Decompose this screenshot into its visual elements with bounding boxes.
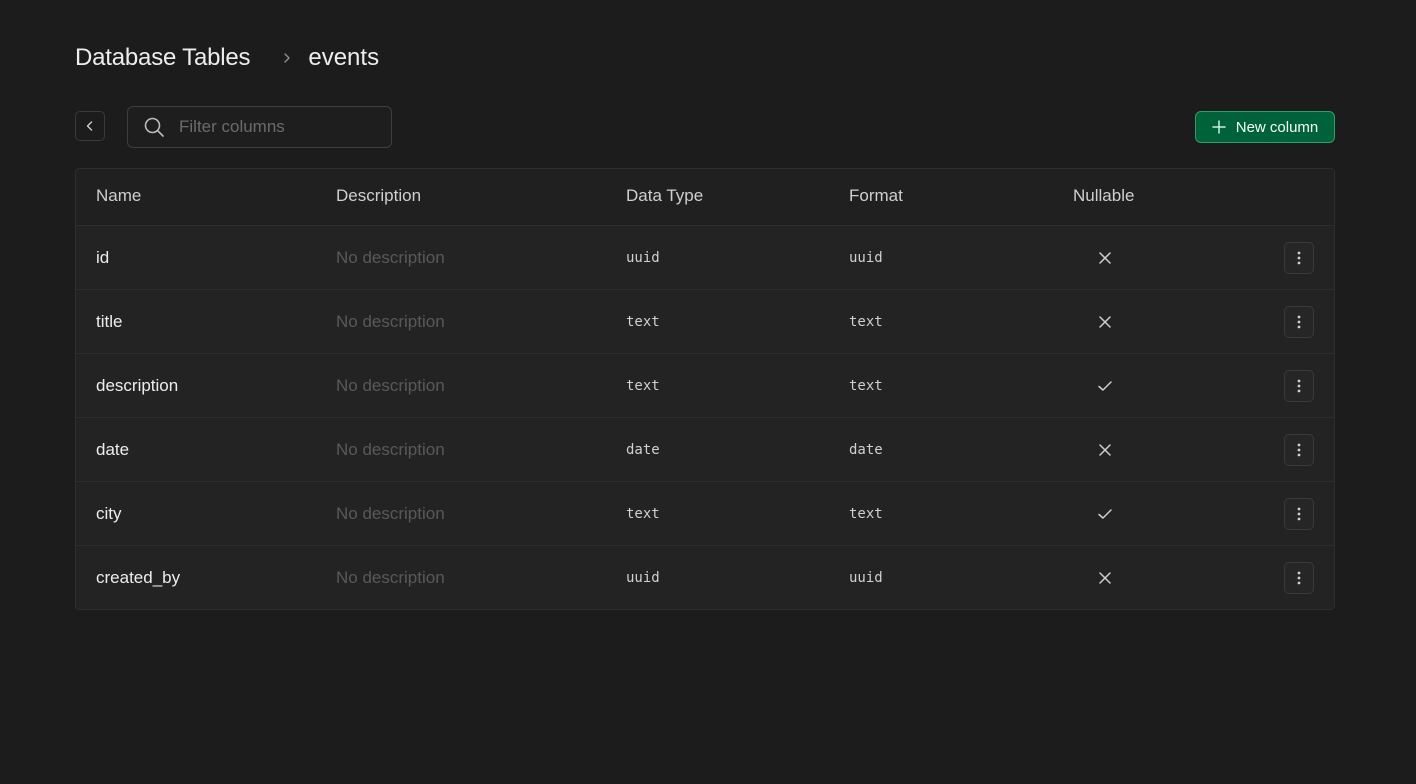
header-name: Name: [96, 186, 142, 205]
row-actions-button[interactable]: [1284, 305, 1314, 338]
back-button[interactable]: [75, 111, 105, 141]
header-format: Format: [849, 186, 903, 205]
table-header: Name Description Data Type Format Nullab…: [76, 169, 1334, 226]
column-description: No description: [336, 247, 445, 267]
column-data-type: date: [626, 441, 660, 458]
column-name: city: [96, 503, 122, 523]
chevron-right-icon: [282, 52, 292, 64]
column-name: title: [96, 311, 123, 331]
column-description: No description: [336, 503, 445, 523]
column-name: created_by: [96, 567, 181, 587]
header-description: Description: [336, 186, 422, 205]
column-format: text: [849, 505, 883, 522]
column-name: date: [96, 439, 130, 459]
more-vertical-icon: [1297, 571, 1301, 584]
breadcrumb: Database Tables events: [75, 40, 379, 76]
column-data-type: uuid: [626, 569, 660, 586]
row-actions-button[interactable]: [1284, 241, 1314, 274]
column-data-type: text: [626, 505, 660, 522]
table-row: created_by No description uuid uuid: [76, 546, 1334, 609]
header-data-type: Data Type: [626, 186, 704, 205]
column-description: No description: [336, 375, 445, 395]
more-vertical-icon: [1297, 315, 1301, 328]
column-format: uuid: [849, 249, 883, 266]
filter-columns-input[interactable]: [177, 116, 371, 138]
more-vertical-icon: [1297, 379, 1301, 392]
filter-columns-search[interactable]: [127, 106, 392, 148]
cross-icon: [1096, 313, 1114, 331]
chevron-left-icon: [86, 121, 93, 131]
breadcrumb-current: events: [308, 44, 380, 71]
row-actions-button[interactable]: [1284, 561, 1314, 594]
table-row: date No description date date: [76, 418, 1334, 482]
column-format: text: [849, 313, 883, 330]
cross-icon: [1096, 441, 1114, 459]
column-name: description: [96, 375, 179, 395]
check-icon: [1096, 505, 1114, 523]
table-body: id No description uuid uuid title No descript…: [76, 226, 1334, 609]
new-column-label: New column: [1235, 118, 1319, 136]
table-row: id No description uuid uuid: [76, 226, 1334, 290]
column-data-type: text: [626, 313, 660, 330]
column-format: date: [849, 441, 883, 458]
column-description: No description: [336, 439, 445, 459]
cross-icon: [1096, 569, 1114, 587]
cross-icon: [1096, 249, 1114, 267]
new-column-button[interactable]: New column: [1195, 111, 1335, 143]
row-actions-button[interactable]: [1284, 433, 1314, 466]
column-description: No description: [336, 311, 445, 331]
column-format: text: [849, 377, 883, 394]
more-vertical-icon: [1297, 443, 1301, 456]
row-actions-button[interactable]: [1284, 497, 1314, 530]
search-icon: [143, 116, 165, 138]
row-actions-button[interactable]: [1284, 369, 1314, 402]
table-row: title No description text text: [76, 290, 1334, 354]
column-data-type: text: [626, 377, 660, 394]
column-format: uuid: [849, 569, 883, 586]
column-description: No description: [336, 567, 445, 587]
more-vertical-icon: [1297, 507, 1301, 520]
table-row: city No description text text: [76, 482, 1334, 546]
toolbar: New column: [75, 106, 1335, 148]
page: Database Tables events New column Name D…: [0, 0, 1416, 784]
more-vertical-icon: [1297, 251, 1301, 264]
column-data-type: uuid: [626, 249, 660, 266]
breadcrumb-root[interactable]: Database Tables: [75, 44, 251, 72]
column-name: id: [96, 247, 110, 267]
table-row: description No description text text: [76, 354, 1334, 418]
header-nullable: Nullable: [1073, 186, 1135, 205]
columns-table: Name Description Data Type Format Nullab…: [75, 168, 1335, 610]
check-icon: [1096, 377, 1114, 395]
plus-icon: [1211, 120, 1226, 134]
